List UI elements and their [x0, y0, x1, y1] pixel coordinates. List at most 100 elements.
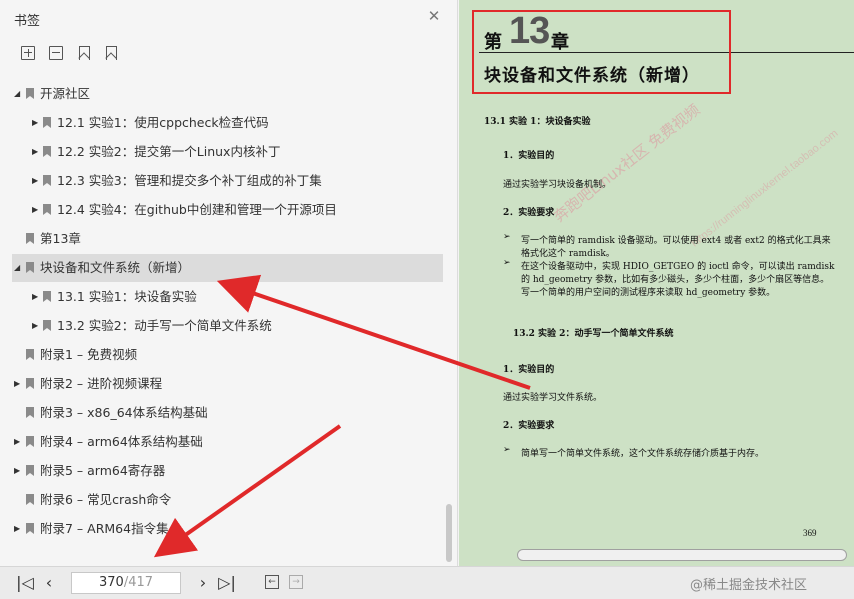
- bookmark-label: 12.1 实验1：使用cppcheck检查代码: [57, 115, 269, 130]
- bookmark-item[interactable]: ▶ 12.2 实验2：提交第一个Linux内核补丁: [0, 138, 450, 166]
- bookmark-label: 附录6 – 常见crash命令: [40, 492, 172, 507]
- bullet-2-line-1: 在这个设备驱动中，实现 HDIO_GETGEO 的 ioctl 命令，可以读出 …: [521, 262, 835, 272]
- bullet-1-line-2: 格式化这个 ramdisk。: [521, 249, 615, 259]
- bookmark-item[interactable]: ▶ 附录7 – ARM64指令集: [0, 515, 450, 543]
- bookmark-label: 12.2 实验2：提交第一个Linux内核补丁: [57, 144, 281, 159]
- collapsed-arrow-icon[interactable]: ▶: [32, 177, 40, 185]
- bookmark-icon: [43, 175, 51, 186]
- subheading-purpose-1: 1．实验目的: [503, 151, 555, 161]
- bookmark-item[interactable]: ▶ 12.4 实验4：在github中创建和管理一个开源项目: [0, 196, 450, 224]
- bookmark-icon: [43, 320, 51, 331]
- collapsed-arrow-icon[interactable]: ▶: [14, 438, 22, 446]
- bookmark-item[interactable]: 附录3 – x86_64体系结构基础: [0, 399, 450, 427]
- bookmark-item[interactable]: 第13章: [0, 225, 450, 253]
- bookmark-icon: [43, 146, 51, 157]
- bookmark-item[interactable]: 附录1 – 免费视频: [0, 341, 450, 369]
- close-icon[interactable]: ✕: [427, 9, 441, 24]
- bookmark-icon: [43, 117, 51, 128]
- bookmark-item[interactable]: 附录6 – 常见crash命令: [0, 486, 450, 514]
- collapsed-arrow-icon[interactable]: ▶: [32, 119, 40, 127]
- last-page-icon[interactable]: ▷|: [218, 573, 236, 593]
- previous-page-icon[interactable]: ‹: [42, 573, 56, 593]
- bookmark-icon: [26, 436, 34, 447]
- bullet-icon: ➢: [503, 232, 511, 242]
- bookmark-icon: [26, 378, 34, 389]
- expand-all-icon[interactable]: [21, 46, 35, 60]
- bullet-2-line-2: 的 hd_geometry 参数，比如有多少磁头，多少个柱面，多少个扇区等信息。: [521, 275, 830, 285]
- bookmark-icon: [26, 233, 34, 244]
- collapsed-arrow-icon[interactable]: ▶: [14, 380, 22, 388]
- bookmark-icon: [26, 407, 34, 418]
- bookmark-label: 块设备和文件系统（新增）: [40, 260, 191, 275]
- paragraph-purpose-2: 通过实验学习文件系统。: [503, 393, 603, 403]
- back-icon[interactable]: ←: [265, 575, 279, 589]
- horizontal-scrollbar[interactable]: [517, 549, 847, 561]
- bookmark-item[interactable]: ▶ 13.2 实验2：动手写一个简单文件系统: [0, 312, 450, 340]
- expanded-arrow-icon[interactable]: ◢: [14, 90, 22, 98]
- bookmark-icon: [26, 523, 34, 534]
- page-number-input[interactable]: 370/417: [71, 572, 181, 594]
- collapsed-arrow-icon[interactable]: ▶: [32, 293, 40, 301]
- bookmark-label: 附录1 – 免费视频: [40, 347, 138, 362]
- first-page-icon[interactable]: |◁: [16, 573, 34, 593]
- collapsed-arrow-icon[interactable]: ▶: [32, 322, 40, 330]
- bullet-2-line-3: 写一个简单的用户空间的测试程序来读取 hd_geometry 参数。: [521, 288, 776, 298]
- document-page: 第 13 章 块设备和文件系统（新增） 奔跑吧Linux社区 免费视频 http…: [459, 0, 854, 566]
- bookmark-icon: [43, 204, 51, 215]
- panel-title: 书签: [14, 14, 41, 29]
- add-bookmark-icon[interactable]: [77, 46, 91, 60]
- bookmark-icon[interactable]: [104, 46, 118, 60]
- bookmark-label: 附录3 – x86_64体系结构基础: [40, 405, 208, 420]
- bullet-1-line-1: 写一个简单的 ramdisk 设备驱动。可以使用 ext4 或者 ext2 的格…: [521, 236, 831, 246]
- next-page-icon[interactable]: ›: [196, 573, 210, 593]
- section-heading-13-1: 13.1 实验 1：块设备实验: [484, 117, 591, 127]
- bookmark-label: 附录7 – ARM64指令集: [40, 521, 169, 536]
- current-page: 370: [98, 575, 124, 590]
- collapsed-arrow-icon[interactable]: ▶: [32, 148, 40, 156]
- bookmark-item[interactable]: ▶ 附录4 – arm64体系结构基础: [0, 428, 450, 456]
- bullet-icon: ➢: [503, 258, 511, 268]
- bookmark-icon: [43, 291, 51, 302]
- bookmark-item[interactable]: ▶ 附录5 – arm64寄存器: [0, 457, 450, 485]
- paragraph-purpose-1: 通过实验学习块设备机制。: [503, 180, 612, 190]
- bookmark-icon: [26, 349, 34, 360]
- forward-icon[interactable]: →: [289, 575, 303, 589]
- page-number: 369: [803, 528, 817, 538]
- bookmark-label: 12.4 实验4：在github中创建和管理一个开源项目: [57, 202, 337, 217]
- collapsed-arrow-icon[interactable]: ▶: [32, 206, 40, 214]
- annotation-highlight-box: [472, 10, 731, 94]
- expanded-arrow-icon[interactable]: ◢: [14, 264, 22, 272]
- vertical-scrollbar[interactable]: [446, 504, 452, 562]
- bookmark-item[interactable]: ◢ 开源社区: [0, 80, 450, 108]
- bookmark-item[interactable]: ▶ 附录2 – 进阶视频课程: [0, 370, 450, 398]
- bookmark-item[interactable]: ▶ 12.3 实验3：管理和提交多个补丁组成的补丁集: [0, 167, 450, 195]
- navigation-bar: |◁ ‹ 370/417 › ▷| ← → @稀土掘金技术社区: [0, 566, 854, 599]
- bookmark-icon: [26, 88, 34, 99]
- subheading-requirement-1: 2．实验要求: [503, 208, 555, 218]
- watermark-url: https://runninglinuxkernel.taobao.com: [689, 127, 841, 250]
- total-pages: /417: [123, 575, 154, 590]
- bullet-icon: ➢: [503, 445, 511, 455]
- bookmark-icon: [26, 494, 34, 505]
- bookmark-label: 13.2 实验2：动手写一个简单文件系统: [57, 318, 272, 333]
- collapsed-arrow-icon[interactable]: ▶: [14, 467, 22, 475]
- bookmark-label: 12.3 实验3：管理和提交多个补丁组成的补丁集: [57, 173, 322, 188]
- bookmark-label: 第13章: [40, 231, 81, 246]
- subheading-purpose-2: 1．实验目的: [503, 365, 555, 375]
- bookmark-label: 附录5 – arm64寄存器: [40, 463, 166, 478]
- bookmark-item[interactable]: ◢ 块设备和文件系统（新增）: [12, 254, 443, 282]
- subheading-requirement-2: 2．实验要求: [503, 421, 555, 431]
- bookmark-icon: [26, 262, 34, 273]
- bookmark-label: 附录4 – arm64体系结构基础: [40, 434, 203, 449]
- bookmark-panel: 书签 ✕ ◢ 开源社区 ▶ 12.1 实验1：使用cppcheck检查代码 ▶ 12.2 …: [0, 0, 458, 566]
- collapse-all-icon[interactable]: [49, 46, 63, 60]
- credit-watermark: @稀土掘金技术社区: [690, 578, 808, 593]
- collapsed-arrow-icon[interactable]: ▶: [14, 525, 22, 533]
- bullet-3-line-1: 简单写一个简单文件系统，这个文件系统存储介质基于内存。: [521, 449, 765, 459]
- bookmark-label: 13.1 实验1：块设备实验: [57, 289, 197, 304]
- bookmark-icon: [26, 465, 34, 476]
- bookmark-label: 开源社区: [40, 86, 91, 101]
- bookmark-label: 附录2 – 进阶视频课程: [40, 376, 163, 391]
- bookmark-item[interactable]: ▶ 13.1 实验1：块设备实验: [0, 283, 450, 311]
- bookmark-item[interactable]: ▶ 12.1 实验1：使用cppcheck检查代码: [0, 109, 450, 137]
